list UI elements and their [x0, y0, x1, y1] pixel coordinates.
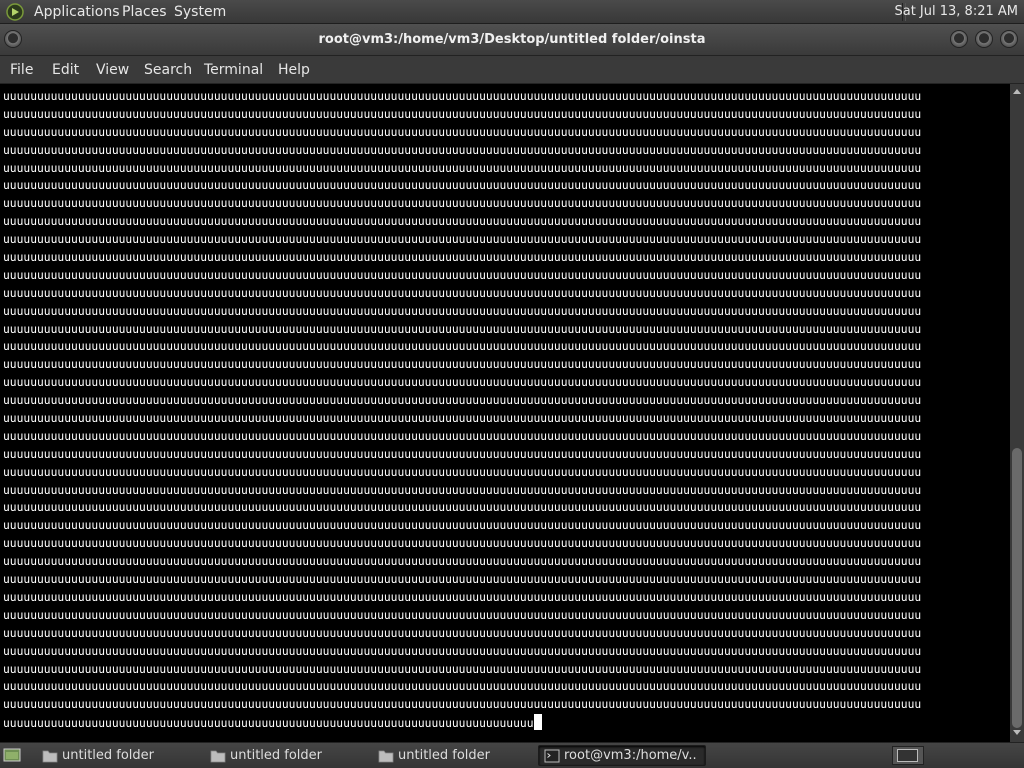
terminal-line: uuuuuuuuuuuuuuuuuuuuuuuuuuuuuuuuuuuuuuuu… [3, 644, 922, 658]
terminal-line: uuuuuuuuuuuuuuuuuuuuuuuuuuuuuuuuuuuuuuuu… [3, 501, 922, 515]
terminal-line: uuuuuuuuuuuuuuuuuuuuuuuuuuuuuuuuuuuuuuuu… [3, 662, 922, 676]
menu-file[interactable]: File [10, 56, 33, 84]
scroll-down-arrow-icon[interactable] [1013, 730, 1021, 735]
task-label: untitled folder [398, 748, 491, 763]
task-terminal[interactable]: root@vm3:/home/v... [538, 745, 706, 766]
menu-search[interactable]: Search [144, 56, 192, 84]
terminal-icon [544, 749, 560, 763]
terminal-line: uuuuuuuuuuuuuuuuuuuuuuuuuuuuuuuuuuuuuuuu… [3, 698, 922, 712]
terminal-line: uuuuuuuuuuuuuuuuuuuuuuuuuuuuuuuuuuuuuuuu… [3, 412, 922, 426]
terminal-line: uuuuuuuuuuuuuuuuuuuuuuuuuuuuuuuuuuuuuuuu… [3, 197, 922, 211]
terminal-line: uuuuuuuuuuuuuuuuuuuuuuuuuuuuuuuuuuuuuuuu… [3, 358, 922, 372]
folder-icon [210, 750, 226, 763]
menubar: File Edit View Search Terminal Help [0, 56, 1024, 84]
terminal-line: uuuuuuuuuuuuuuuuuuuuuuuuuuuuuuuuuuuuuuuu… [3, 555, 922, 569]
terminal-text: uuuuuuuuuuuuuuuuuuuuuuuuuuuuuuuuuuuuuuuu… [3, 88, 921, 732]
terminal-line: uuuuuuuuuuuuuuuuuuuuuuuuuuuuuuuuuuuuuuuu… [3, 143, 922, 157]
places-menu[interactable]: Places [122, 0, 167, 24]
close-button[interactable] [1001, 31, 1017, 47]
scroll-up-arrow-icon[interactable] [1013, 89, 1021, 94]
show-desktop-icon[interactable] [3, 746, 21, 764]
terminal-line: uuuuuuuuuuuuuuuuuuuuuuuuuuuuuuuuuuuuuuuu… [3, 447, 922, 461]
clock[interactable]: Sat Jul 13, 8:21 AM [894, 0, 1018, 24]
task-label: untitled folder [230, 748, 323, 763]
applications-menu[interactable]: Applications [34, 0, 120, 24]
task-untitled-folder-3[interactable]: untitled folder [372, 745, 534, 766]
terminal-line: uuuuuuuuuuuuuuuuuuuuuuuuuuuuuuuuuuuuuuuu… [3, 590, 922, 604]
terminal-line: uuuuuuuuuuuuuuuuuuuuuuuuuuuuuuuuuuuuuuuu… [3, 286, 922, 300]
terminal-line: uuuuuuuuuuuuuuuuuuuuuuuuuuuuuuuuuuuuuuuu… [3, 537, 922, 551]
terminal-cursor [533, 714, 542, 731]
terminal-line: uuuuuuuuuuuuuuuuuuuuuuuuuuuuuuuuuuuuuuuu… [3, 573, 922, 587]
terminal-line: uuuuuuuuuuuuuuuuuuuuuuuuuuuuuuuuuuuuuuuu… [3, 215, 922, 229]
maximize-button[interactable] [976, 31, 992, 47]
folder-icon [42, 750, 58, 763]
window-title: root@vm3:/home/vm3/Desktop/untitled fold… [318, 32, 706, 47]
terminal-prompt-line: uuuuuuuuuuuuuuuuuuuuuuuuuuuuuuuuuuuuuuuu… [3, 714, 921, 732]
terminal-line: uuuuuuuuuuuuuuuuuuuuuuuuuuuuuuuuuuuuuuuu… [3, 179, 922, 193]
terminal-line: uuuuuuuuuuuuuuuuuuuuuuuuuuuuuuuuuuuuuuuu… [3, 376, 922, 390]
terminal-line: uuuuuuuuuuuuuuuuuuuuuuuuuuuuuuuuuuuuuuuu… [3, 394, 922, 408]
terminal-line: uuuuuuuuuuuuuuuuuuuuuuuuuuuuuuuuuuuuuuuu… [3, 161, 922, 175]
bottom-taskbar: untitled folder untitled folder untitled… [0, 742, 1024, 768]
workspace-switcher[interactable] [892, 746, 924, 765]
terminal-line: uuuuuuuuuuuuuuuuuuuuuuuuuuuuuuuuuuuuuuuu… [3, 304, 922, 318]
system-menu[interactable]: System [174, 0, 226, 24]
terminal-scrollbar[interactable] [1010, 84, 1024, 742]
menu-view[interactable]: View [96, 56, 129, 84]
terminal-line: uuuuuuuuuuuuuuuuuuuuuuuuuuuuuuuuuuuuuuuu… [3, 626, 922, 640]
terminal-line: uuuuuuuuuuuuuuuuuuuuuuuuuuuuuuuuuuuuuuuu… [3, 429, 922, 443]
task-untitled-folder-2[interactable]: untitled folder [204, 745, 366, 766]
task-label: root@vm3:/home/v... [564, 748, 696, 763]
menu-help[interactable]: Help [278, 56, 310, 84]
terminal-line: uuuuuuuuuuuuuuuuuuuuuuuuuuuuuuuuuuuuuuuu… [3, 680, 922, 694]
folder-icon [378, 750, 394, 763]
terminal-line: uuuuuuuuuuuuuuuuuuuuuuuuuuuuuuuuuuuuuuuu… [3, 107, 922, 121]
task-untitled-folder-1[interactable]: untitled folder [36, 745, 198, 766]
terminal-line: uuuuuuuuuuuuuuuuuuuuuuuuuuuuuuuuuuuuuuuu… [3, 90, 922, 103]
scrollbar-thumb[interactable] [1012, 448, 1022, 728]
terminal-output[interactable]: uuuuuuuuuuuuuuuuuuuuuuuuuuuuuuuuuuuuuuuu… [0, 84, 1010, 742]
workspace-1[interactable] [897, 749, 918, 762]
window-titlebar[interactable]: root@vm3:/home/vm3/Desktop/untitled fold… [0, 24, 1024, 56]
menu-edit[interactable]: Edit [52, 56, 79, 84]
terminal-line: uuuuuuuuuuuuuuuuuuuuuuuuuuuuuuuuuuuuuuuu… [3, 125, 922, 139]
terminal-line: uuuuuuuuuuuuuuuuuuuuuuuuuuuuuuuuuuuuuuuu… [3, 268, 922, 282]
terminal-input-text: uuuuuuuuuuuuuuuuuuuuuuuuuuuuuuuuuuuuuuuu… [3, 717, 534, 731]
task-label: untitled folder [62, 748, 155, 763]
terminal-line: uuuuuuuuuuuuuuuuuuuuuuuuuuuuuuuuuuuuuuuu… [3, 233, 922, 247]
applications-logo-icon[interactable] [6, 3, 24, 21]
menu-terminal[interactable]: Terminal [204, 56, 263, 84]
terminal-line: uuuuuuuuuuuuuuuuuuuuuuuuuuuuuuuuuuuuuuuu… [3, 519, 922, 533]
terminal-line: uuuuuuuuuuuuuuuuuuuuuuuuuuuuuuuuuuuuuuuu… [3, 322, 922, 336]
terminal-line: uuuuuuuuuuuuuuuuuuuuuuuuuuuuuuuuuuuuuuuu… [3, 340, 922, 354]
terminal-line: uuuuuuuuuuuuuuuuuuuuuuuuuuuuuuuuuuuuuuuu… [3, 608, 922, 622]
minimize-button[interactable] [951, 31, 967, 47]
terminal-line: uuuuuuuuuuuuuuuuuuuuuuuuuuuuuuuuuuuuuuuu… [3, 251, 922, 265]
terminal-line: uuuuuuuuuuuuuuuuuuuuuuuuuuuuuuuuuuuuuuuu… [3, 483, 922, 497]
terminal-line: uuuuuuuuuuuuuuuuuuuuuuuuuuuuuuuuuuuuuuuu… [3, 465, 922, 479]
top-panel: Applications Places System Sat Jul 13, 8… [0, 0, 1024, 24]
